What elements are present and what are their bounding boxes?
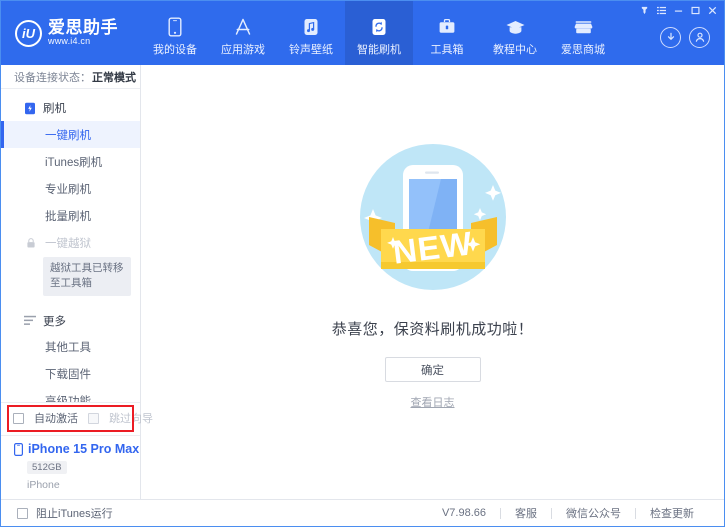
app-logo[interactable]: iU 爱思助手 www.i4.cn bbox=[1, 1, 141, 65]
download-icon[interactable] bbox=[660, 26, 681, 48]
sidebar-item-one-key-flash[interactable]: 一键刷机 bbox=[1, 121, 140, 149]
app-version: V7.98.66 bbox=[441, 507, 486, 519]
wechat-official-link[interactable]: 微信公众号 bbox=[552, 505, 635, 521]
sidebar-item-one-key-jailbreak: 一键越狱 bbox=[1, 229, 140, 256]
nav-item-ringtones-wallpapers[interactable]: 铃声壁纸 bbox=[277, 1, 345, 65]
maximize-icon[interactable] bbox=[688, 3, 703, 17]
nav-label: 铃声壁纸 bbox=[289, 43, 333, 56]
graduation-cap-icon bbox=[504, 16, 526, 38]
pin-icon[interactable] bbox=[637, 3, 652, 17]
window-controls bbox=[637, 3, 720, 17]
logo-subtitle: www.i4.cn bbox=[48, 36, 91, 47]
menu-icon[interactable] bbox=[654, 3, 669, 17]
nav-label: 应用游戏 bbox=[221, 43, 265, 56]
nav-item-apps-games[interactable]: 应用游戏 bbox=[209, 1, 277, 65]
device-capacity-badge: 512GB bbox=[27, 461, 67, 474]
sidebar-item-label: 专业刷机 bbox=[45, 183, 91, 196]
nav-label: 爱思商城 bbox=[561, 43, 605, 56]
logo-text: 爱思助手 www.i4.cn bbox=[48, 19, 118, 46]
close-icon[interactable] bbox=[705, 3, 720, 17]
app-window: iU 爱思助手 www.i4.cn 我的设备 应用游戏 铃声壁纸 智能刷机 工具… bbox=[0, 0, 725, 527]
device-name: iPhone 15 Pro Max bbox=[28, 442, 140, 456]
minimize-icon[interactable] bbox=[671, 3, 686, 17]
sidebar-item-batch-flash[interactable]: 批量刷机 bbox=[1, 202, 140, 229]
sidebar-options: 自动激活 跳过向导 bbox=[1, 402, 153, 432]
device-phone-icon bbox=[13, 442, 23, 456]
nav-item-tutorial-center[interactable]: 教程中心 bbox=[481, 1, 549, 65]
main-nav: 我的设备 应用游戏 铃声壁纸 智能刷机 工具箱 教程中心 爱思商城 bbox=[141, 1, 660, 65]
logo-mark-icon: iU bbox=[15, 19, 42, 47]
account-icon[interactable] bbox=[689, 26, 710, 48]
customer-service-link[interactable]: 客服 bbox=[501, 505, 551, 521]
logo-title: 爱思助手 bbox=[48, 18, 118, 38]
main-content: NEW 恭喜您，保资料刷机成功啦！ 确定 查看日志 bbox=[141, 65, 724, 499]
status-bar-left: 阻止iTunes运行 bbox=[1, 505, 113, 521]
block-itunes-checkbox[interactable] bbox=[17, 507, 28, 519]
sidebar-item-label: 下载固件 bbox=[45, 369, 91, 381]
connection-status-label: 设备连接状态： bbox=[14, 71, 91, 84]
app-header: iU 爱思助手 www.i4.cn 我的设备 应用游戏 铃声壁纸 智能刷机 工具… bbox=[1, 1, 724, 65]
connection-status: 设备连接状态： 正常模式 bbox=[1, 65, 140, 90]
phone-icon bbox=[164, 16, 186, 38]
sidebar-item-label: 一键刷机 bbox=[45, 129, 91, 142]
sidebar-group-label: 刷机 bbox=[43, 103, 66, 116]
jailbreak-moved-tooltip: 越狱工具已转移至工具箱 bbox=[43, 257, 131, 296]
connection-status-value: 正常模式 bbox=[92, 71, 136, 84]
sidebar-item-label: 其他工具 bbox=[45, 342, 91, 354]
skip-wizard-label: 跳过向导 bbox=[109, 413, 153, 425]
nav-item-smart-flash[interactable]: 智能刷机 bbox=[345, 1, 413, 65]
sidebar-nav: 刷机 一键刷机 iTunes刷机 专业刷机 批量刷机 一键越狱 越狱工具已转移至… bbox=[1, 89, 140, 402]
nav-item-my-device[interactable]: 我的设备 bbox=[141, 1, 209, 65]
store-icon bbox=[572, 16, 594, 38]
nav-item-store[interactable]: 爱思商城 bbox=[549, 1, 617, 65]
sidebar-item-label: 高级功能 bbox=[45, 396, 91, 402]
sidebar: 设备连接状态： 正常模式 刷机 一键刷机 iTunes刷机 专业刷机 批量刷机 … bbox=[1, 65, 153, 499]
appstore-icon bbox=[232, 16, 254, 38]
sidebar-item-label: 一键越狱 bbox=[45, 237, 91, 250]
nav-item-toolbox[interactable]: 工具箱 bbox=[413, 1, 481, 65]
lock-icon bbox=[25, 237, 36, 248]
list-icon bbox=[23, 314, 36, 327]
success-message: 恭喜您，保资料刷机成功啦！ bbox=[331, 321, 534, 338]
sidebar-group-flash: 刷机 bbox=[1, 95, 140, 121]
view-log-link[interactable]: 查看日志 bbox=[411, 394, 455, 410]
toolbox-icon bbox=[436, 16, 458, 38]
check-update-link[interactable]: 检查更新 bbox=[636, 505, 708, 521]
device-name-row: iPhone 15 Pro Max bbox=[13, 442, 140, 456]
sidebar-group-more: 更多 bbox=[1, 308, 140, 334]
sidebar-item-label: 批量刷机 bbox=[45, 210, 91, 223]
new-badge-phone-illustration: NEW bbox=[333, 125, 533, 310]
nav-label: 工具箱 bbox=[430, 43, 464, 56]
sidebar-item-itunes-flash[interactable]: iTunes刷机 bbox=[1, 148, 140, 175]
sidebar-item-advanced-features[interactable]: 高级功能 bbox=[1, 388, 140, 402]
sidebar-item-pro-flash[interactable]: 专业刷机 bbox=[1, 175, 140, 202]
app-body: 设备连接状态： 正常模式 刷机 一键刷机 iTunes刷机 专业刷机 批量刷机 … bbox=[1, 65, 724, 499]
options-row: 自动激活 跳过向导 bbox=[1, 410, 153, 426]
skip-wizard-checkbox bbox=[88, 412, 99, 424]
nav-label: 智能刷机 bbox=[357, 43, 401, 56]
block-itunes-label[interactable]: 阻止iTunes运行 bbox=[36, 505, 113, 521]
auto-activate-checkbox[interactable] bbox=[13, 412, 24, 424]
nav-label: 教程中心 bbox=[493, 43, 537, 56]
sidebar-group-label: 更多 bbox=[43, 315, 66, 328]
confirm-button[interactable]: 确定 bbox=[384, 357, 481, 382]
status-bar-right: V7.98.66 客服 微信公众号 检查更新 bbox=[428, 505, 724, 521]
music-icon bbox=[300, 16, 322, 38]
auto-activate-label[interactable]: 自动激活 bbox=[34, 410, 78, 426]
device-info[interactable]: iPhone 15 Pro Max 512GB iPhone bbox=[1, 435, 140, 499]
sidebar-item-label: iTunes刷机 bbox=[45, 156, 103, 169]
phone-flash-icon bbox=[23, 102, 36, 115]
nav-label: 我的设备 bbox=[153, 43, 197, 56]
flash-refresh-icon bbox=[368, 16, 390, 38]
status-bar: 阻止iTunes运行 V7.98.66 客服 微信公众号 检查更新 bbox=[1, 499, 724, 526]
device-type: iPhone bbox=[27, 479, 60, 491]
sidebar-item-download-firmware[interactable]: 下载固件 bbox=[1, 361, 140, 388]
sidebar-item-other-tools[interactable]: 其他工具 bbox=[1, 334, 140, 361]
